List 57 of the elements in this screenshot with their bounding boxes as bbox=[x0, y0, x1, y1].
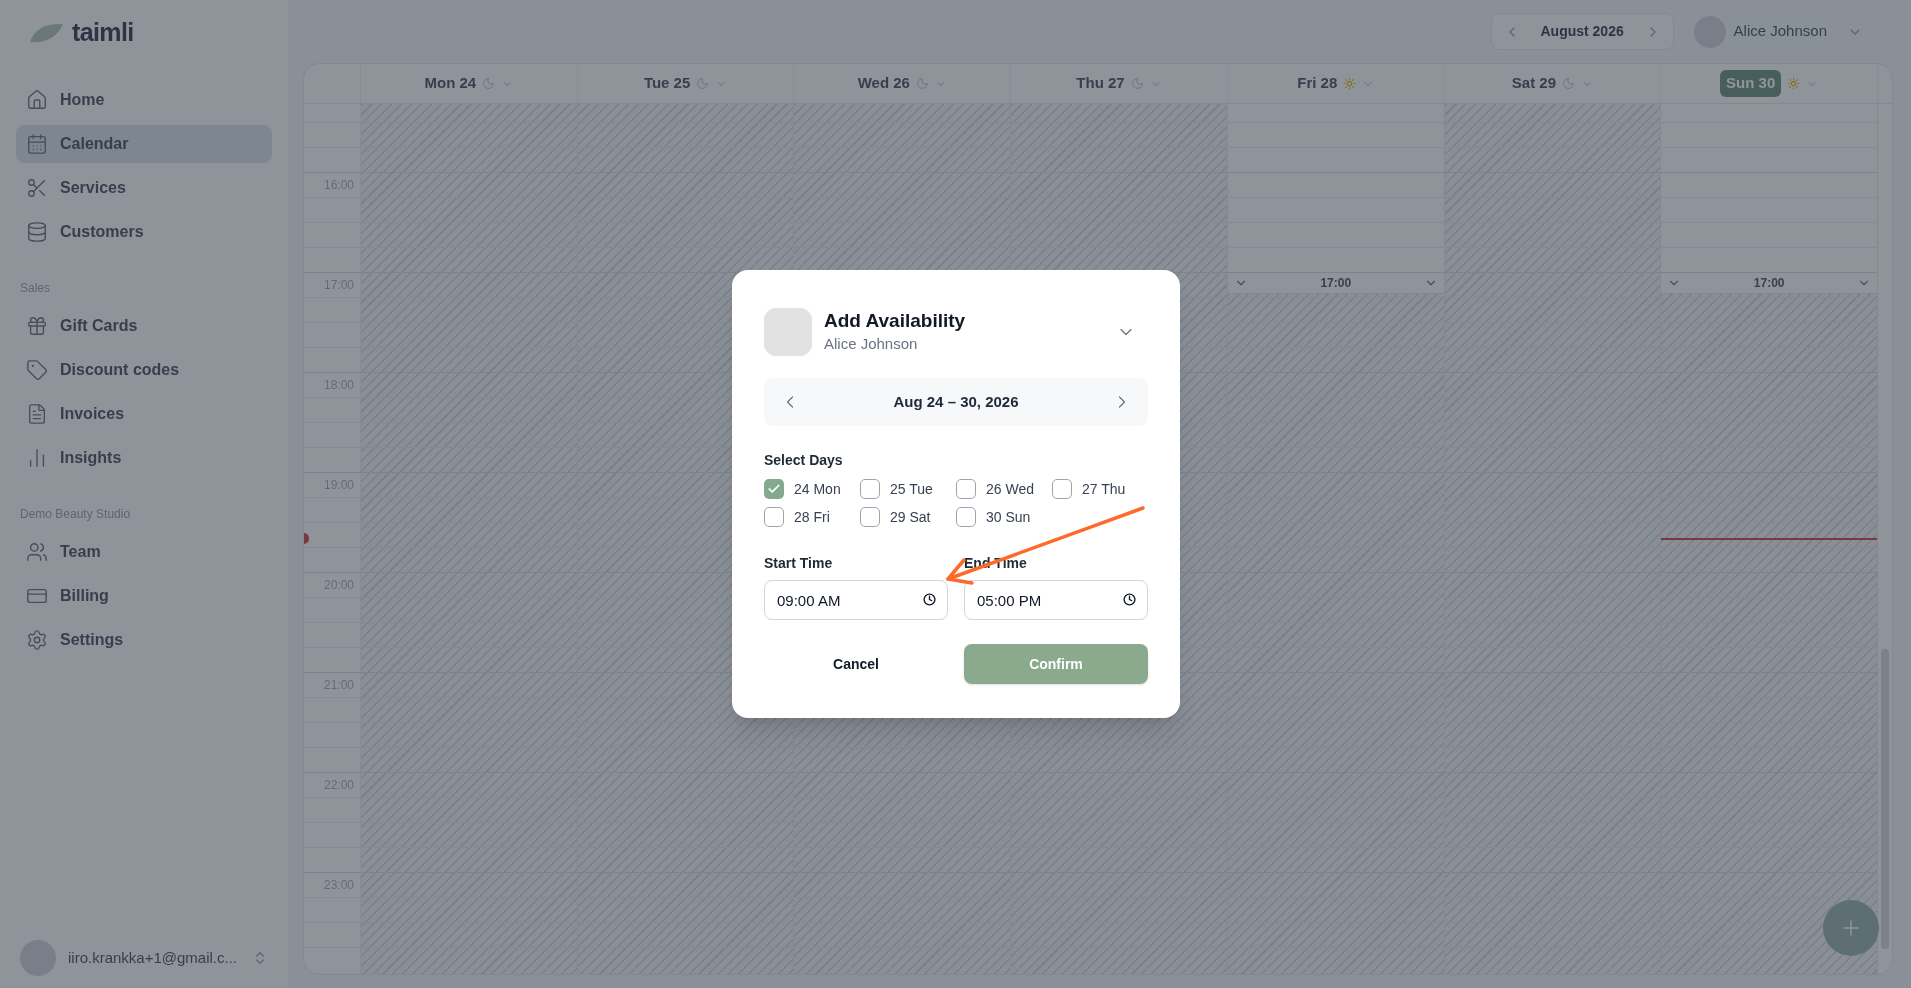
day-heading[interactable]: Tue 25 bbox=[643, 72, 691, 95]
confirm-button[interactable]: Confirm bbox=[964, 644, 1148, 684]
people-icon bbox=[26, 541, 48, 563]
check-icon bbox=[767, 482, 781, 496]
day-heading[interactable]: Wed 26 bbox=[857, 72, 910, 95]
end-time-label: 17:00 bbox=[1320, 275, 1352, 292]
moon-icon bbox=[1562, 77, 1576, 90]
checkbox[interactable] bbox=[860, 479, 880, 499]
moon-icon bbox=[1130, 77, 1144, 90]
end-time-field[interactable]: 05:00 PM bbox=[964, 580, 1148, 620]
checkbox[interactable] bbox=[860, 507, 880, 527]
checkbox-label: 29 Sat bbox=[890, 507, 931, 527]
checkbox[interactable] bbox=[956, 507, 976, 527]
sidebar-item[interactable]: Calendar bbox=[16, 125, 272, 163]
week-label: Aug 24 – 30, 2026 bbox=[893, 391, 1019, 412]
moon-icon bbox=[915, 77, 929, 90]
user-name[interactable]: Alice Johnson bbox=[1733, 20, 1827, 43]
house-icon bbox=[26, 89, 48, 111]
scissors-icon bbox=[26, 177, 48, 199]
day-heading[interactable]: Fri 28 bbox=[1297, 72, 1338, 95]
end-time-label: 17:00 bbox=[1753, 275, 1785, 292]
start-time-field[interactable]: 09:00 AM bbox=[764, 580, 948, 620]
settings-icon bbox=[26, 629, 48, 651]
day-heading[interactable]: Sat 29 bbox=[1511, 72, 1557, 95]
checkbox-label: 26 Wed bbox=[986, 479, 1034, 499]
checkbox-label: 28 Fri bbox=[794, 507, 830, 527]
day-heading[interactable]: Thu 27 bbox=[1076, 72, 1125, 95]
checkbox[interactable] bbox=[764, 479, 784, 499]
checkbox[interactable] bbox=[764, 507, 784, 527]
month-label: August 2026 bbox=[1540, 22, 1624, 41]
checkbox[interactable] bbox=[1052, 479, 1072, 499]
checkbox[interactable] bbox=[956, 479, 976, 499]
day-heading[interactable]: Mon 24 bbox=[424, 72, 477, 95]
gift-icon bbox=[26, 315, 48, 337]
day-heading[interactable]: Sun 30 bbox=[1720, 70, 1782, 97]
field-label: Start Time bbox=[764, 554, 834, 573]
checkbox-label: 30 Sun bbox=[986, 507, 1031, 527]
checkbox-label: 27 Thu bbox=[1082, 479, 1126, 499]
leaf-logo-icon bbox=[28, 22, 64, 44]
moon-icon bbox=[696, 77, 710, 90]
document-icon bbox=[26, 403, 48, 425]
clock-icon[interactable] bbox=[923, 593, 936, 606]
moon-icon bbox=[482, 77, 496, 90]
account-email: iiro.krankka+1@gmail.c... bbox=[68, 947, 238, 968]
dialog-title: Add Availability bbox=[824, 308, 966, 333]
sun-icon bbox=[1343, 77, 1357, 90]
checkbox-label: 25 Tue bbox=[890, 479, 933, 499]
avatar bbox=[764, 308, 812, 356]
clock-icon[interactable] bbox=[1123, 593, 1136, 606]
select-days-label: Select Days bbox=[764, 451, 844, 470]
tag-icon bbox=[26, 359, 48, 381]
checkbox-label: 24 Mon bbox=[794, 479, 841, 499]
database-icon bbox=[26, 221, 48, 243]
sun-icon bbox=[1787, 77, 1801, 90]
dialog-subtitle: Alice Johnson bbox=[824, 333, 919, 354]
calendar-icon bbox=[26, 133, 48, 155]
logo-text: taimli bbox=[72, 17, 134, 49]
